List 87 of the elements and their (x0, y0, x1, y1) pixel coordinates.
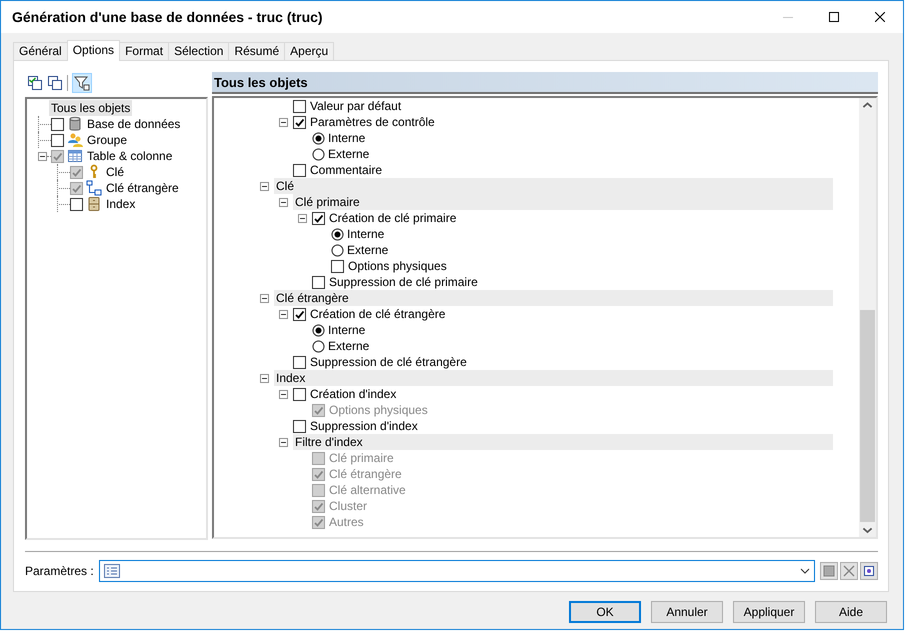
collapse-toggle[interactable] (260, 182, 269, 190)
checkbox[interactable] (293, 116, 306, 128)
option-label: Création d'index (310, 386, 396, 402)
cabinet-icon (86, 196, 102, 212)
tree-item-label[interactable]: Tous les objets (49, 100, 132, 116)
tree-item-label[interactable]: Base de données (87, 116, 180, 132)
collapse-toggle[interactable] (260, 294, 269, 302)
option-label: Interne (328, 130, 366, 146)
parameters-label: Paramètres : (25, 564, 94, 578)
option-label: Suppression de clé étrangère (310, 354, 467, 370)
radio-button[interactable] (312, 132, 325, 144)
section-header: Clé primaire (293, 194, 833, 210)
option-label: Interne (328, 322, 366, 338)
checkbox[interactable] (293, 356, 306, 368)
option-label: Interne (347, 226, 384, 242)
delete-icon (843, 565, 855, 577)
radio-button[interactable] (312, 148, 325, 160)
square-icon (823, 565, 835, 577)
section-header: Filtre d'index (293, 434, 833, 450)
checkbox[interactable] (293, 164, 306, 176)
option-label: Externe (328, 338, 370, 354)
section-header: Index (274, 370, 833, 386)
dialog-button[interactable]: Annuler (651, 601, 723, 623)
edit-icon (863, 565, 875, 577)
users-icon (67, 132, 83, 148)
tab[interactable]: Aperçu (284, 42, 334, 60)
maximize-icon[interactable] (829, 12, 839, 22)
option-label: Paramètres de contrôle (310, 114, 435, 130)
checkbox[interactable] (293, 100, 306, 112)
option-label: Suppression d'index (310, 418, 418, 434)
radio-button[interactable] (331, 228, 344, 240)
tab[interactable]: Général (13, 42, 68, 60)
database-icon (67, 116, 83, 132)
collapse-toggle[interactable] (279, 438, 288, 446)
collapse-toggle[interactable] (260, 374, 269, 382)
checkbox[interactable] (312, 276, 325, 288)
checkbox[interactable] (331, 260, 344, 272)
dialog-button[interactable]: Aide (815, 601, 887, 623)
collapse-toggle[interactable] (298, 214, 307, 222)
checkbox[interactable] (293, 308, 306, 320)
select-all-icon[interactable] (27, 75, 43, 91)
dialog-button[interactable]: Appliquer (733, 601, 805, 623)
checkbox[interactable] (293, 420, 306, 432)
edit-button[interactable] (860, 562, 878, 580)
caret-icon[interactable] (800, 568, 810, 574)
option-label: Options physiques (348, 258, 447, 274)
option-label: Commentaire (310, 162, 382, 178)
option-label: Cluster (329, 498, 368, 514)
option-label: Externe (347, 242, 388, 258)
collapse-toggle[interactable] (279, 118, 288, 126)
option-label: Clé étrangère (329, 466, 402, 482)
linked-tables-icon (86, 180, 102, 196)
radio-button[interactable] (312, 340, 325, 352)
parameters-dropdown[interactable] (98, 560, 815, 582)
radio-button[interactable] (312, 324, 325, 336)
option-label: Clé primaire (329, 450, 394, 466)
checkbox[interactable] (293, 388, 306, 400)
checkbox[interactable] (51, 134, 64, 146)
option-label: Création de clé étrangère (310, 306, 446, 322)
scrollbar[interactable] (859, 98, 876, 537)
checkbox[interactable] (312, 212, 325, 224)
filter-icon[interactable] (72, 73, 92, 93)
option-label: Options physiques (329, 402, 428, 418)
dialog-button[interactable]: OK (569, 601, 641, 623)
section-header: Clé étrangère (274, 290, 833, 306)
option-label: Autres (329, 514, 364, 530)
option-label: Valeur par défaut (310, 98, 402, 114)
close-icon[interactable] (875, 12, 885, 22)
option-label: Suppression de clé primaire (329, 274, 478, 290)
option-label: Création de clé primaire (329, 210, 456, 226)
option-label: Clé alternative (329, 482, 406, 498)
scroll-thumb[interactable] (860, 310, 875, 522)
option-label: Externe (328, 146, 370, 162)
list-icon (104, 564, 120, 578)
radio-button[interactable] (331, 244, 344, 256)
panel-header: Tous les objets (212, 72, 878, 94)
collapse-toggle[interactable] (279, 310, 288, 318)
properties-button[interactable] (820, 562, 838, 580)
table-icon (67, 148, 83, 164)
checkbox[interactable] (51, 118, 64, 130)
deselect-all-icon[interactable] (47, 75, 63, 91)
tab[interactable]: Options (66, 40, 120, 61)
collapse-toggle[interactable] (279, 198, 288, 206)
tree-item-label[interactable]: Groupe (87, 132, 128, 148)
window-title: Génération d'une base de données - truc (truc) (12, 9, 324, 25)
section-header: Clé (274, 178, 833, 194)
collapse-toggle[interactable] (279, 390, 288, 398)
